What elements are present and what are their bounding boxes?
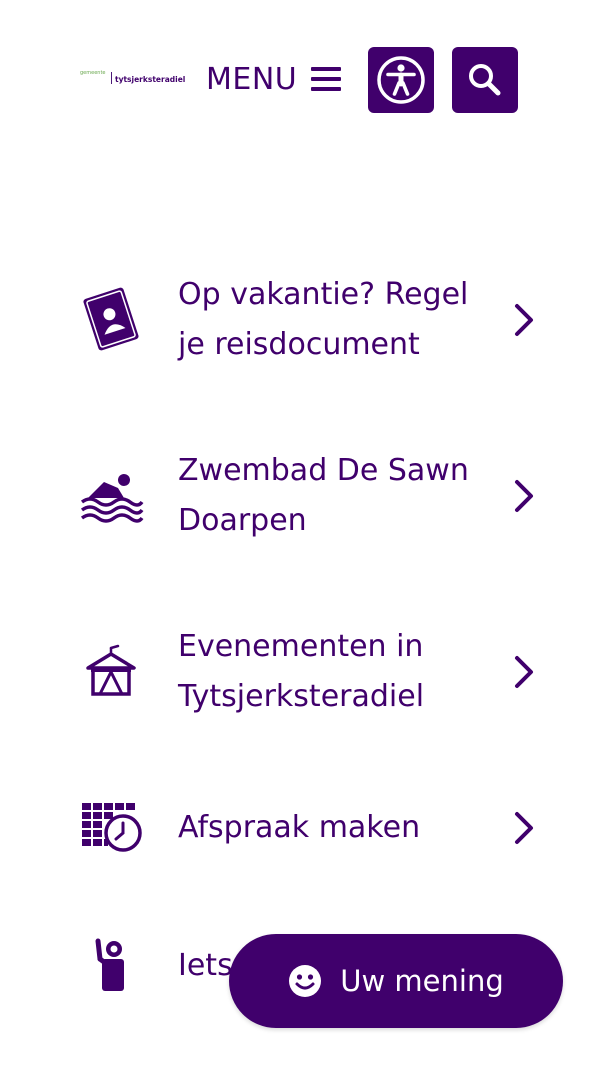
calendar-clock-icon (78, 799, 144, 857)
tent-icon (78, 644, 144, 700)
chevron-right-icon (510, 810, 538, 846)
list-item-label: Evenementen in Tytsjerksteradiel (178, 629, 425, 714)
smiley-icon (289, 965, 322, 997)
feedback-button[interactable]: Uw mening (229, 934, 563, 1028)
hamburger-icon (311, 67, 342, 91)
list-item-reisdocument[interactable]: Op vakantie? Regel je reisdocument (0, 270, 600, 370)
page: gemeente tytsjerksteradiel MENU Op vakan… (0, 0, 600, 1065)
search-icon (469, 64, 501, 96)
chevron-right-icon (510, 654, 538, 690)
list-item-label: Op vakantie? Regel je reisdocument (178, 277, 469, 362)
accessibility-icon (377, 56, 425, 104)
logo-main-text: tytsjerksteradiel (115, 75, 186, 84)
list-item-zwembad[interactable]: Zwembad De Sawn Doarpen (0, 446, 600, 546)
list-item-afspraak[interactable]: Afspraak maken (0, 803, 600, 853)
swimmer-icon (78, 468, 144, 524)
list-item-label: Zwembad De Sawn Doarpen (178, 453, 469, 538)
municipality-logo[interactable]: gemeente tytsjerksteradiel (80, 68, 185, 88)
feedback-label: Uw mening (340, 964, 504, 998)
person-question-icon (78, 937, 144, 993)
list-item-evenementen[interactable]: Evenementen in Tytsjerksteradiel (0, 622, 600, 722)
chevron-right-icon (510, 302, 538, 338)
menu-label: MENU (206, 61, 298, 97)
search-button[interactable] (452, 47, 518, 113)
site-header: gemeente tytsjerksteradiel MENU (0, 0, 600, 160)
logo-top-text: gemeente (80, 70, 106, 76)
chevron-right-icon (510, 478, 538, 514)
passport-icon (78, 284, 144, 354)
accessibility-button[interactable] (368, 47, 434, 113)
list-item-label: Afspraak maken (178, 810, 421, 845)
logo-divider (111, 72, 112, 84)
menu-button[interactable]: MENU (206, 57, 342, 101)
